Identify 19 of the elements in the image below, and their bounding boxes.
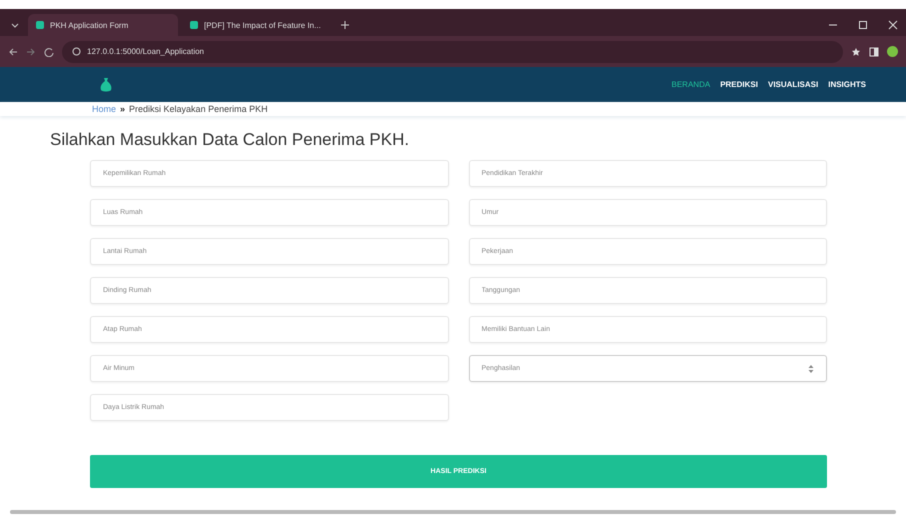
horizontal-scrollbar[interactable] (10, 510, 896, 514)
spinner-icon[interactable] (808, 364, 814, 374)
nav-link[interactable]: VISUALISASI (768, 80, 818, 89)
browser-tab[interactable]: [PDF] The Impact of Feature In... (182, 14, 332, 36)
money-bag-icon[interactable] (100, 76, 112, 92)
sidebar-icon[interactable] (869, 46, 879, 56)
reload-icon[interactable] (44, 46, 54, 56)
form-heading: Silahkan Masukkan Data Calon Penerima PKH. (50, 130, 410, 150)
nav-link[interactable]: PREDIKSI (720, 80, 758, 89)
back-icon[interactable] (8, 46, 18, 56)
address-bar[interactable]: 127.0.0.1:5000/Loan_Application (62, 40, 843, 62)
breadcrumb-current: Prediksi Kelayakan Penerima PKH (129, 104, 268, 114)
profile-icon[interactable] (887, 46, 898, 57)
browser-tab[interactable]: PKH Application Form (28, 14, 178, 36)
forward-icon[interactable] (26, 46, 36, 56)
breadcrumb-separator: » (120, 104, 126, 114)
bookmark-star-icon[interactable] (851, 46, 861, 56)
nav-link[interactable]: INSIGHTS (828, 80, 866, 89)
nav-link[interactable]: BERANDA (672, 80, 710, 89)
